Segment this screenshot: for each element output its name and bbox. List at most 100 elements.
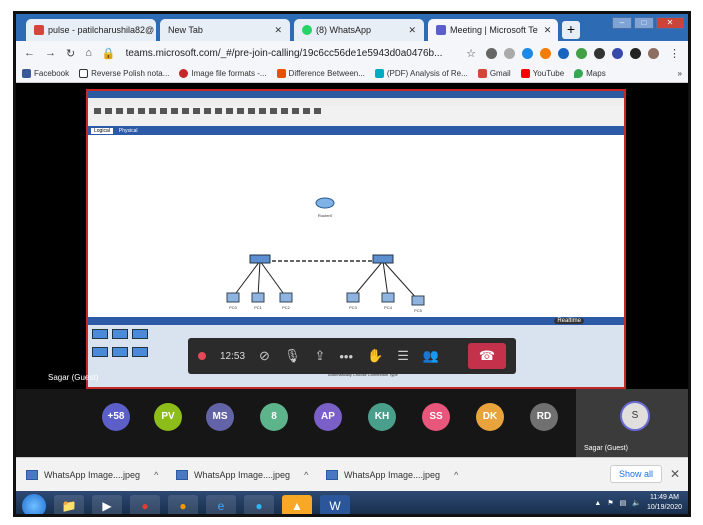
device-icon[interactable] — [92, 347, 108, 357]
edge-icon[interactable]: ● — [244, 494, 274, 514]
profile-avatar[interactable] — [648, 47, 659, 59]
share-screen-icon[interactable]: ⇪ — [314, 348, 325, 364]
maximize-button[interactable]: □ — [634, 17, 654, 29]
extension-icon[interactable] — [630, 47, 641, 59]
participants-icon[interactable]: 👥 — [423, 348, 439, 364]
chevron-up-icon[interactable]: ^ — [304, 470, 308, 480]
internet-explorer-icon[interactable]: e — [206, 494, 236, 514]
menu-icon[interactable]: ⋮ — [669, 47, 680, 60]
pc-label: PC0 — [229, 305, 238, 310]
extension-icon[interactable] — [522, 47, 533, 59]
participant-avatar[interactable]: KH — [368, 403, 396, 431]
extension-icon[interactable] — [558, 47, 569, 59]
download-item[interactable]: WhatsApp Image....jpeg ^ — [326, 469, 476, 480]
device-icon[interactable] — [112, 329, 128, 339]
tab-logical[interactable]: Logical — [91, 127, 113, 134]
bookmark-maps[interactable]: Maps — [574, 69, 606, 79]
download-item[interactable]: WhatsApp Image....jpeg ^ — [26, 469, 176, 480]
close-icon[interactable]: ✕ — [274, 25, 282, 36]
participant-avatar[interactable]: MS — [206, 403, 234, 431]
bookmark-image-formats[interactable]: Image file formats -... — [179, 69, 267, 79]
url-field[interactable]: teams.microsoft.com/_#/pre-join-calling/… — [126, 48, 457, 59]
bookmark-pdf-analysis[interactable]: (PDF) Analysis of Re... — [374, 69, 468, 79]
chat-icon[interactable]: ☰ — [397, 348, 409, 364]
device-icon[interactable] — [132, 329, 148, 339]
router-icon — [315, 197, 335, 209]
extension-icon[interactable] — [540, 47, 551, 59]
bookmark-difference[interactable]: Difference Between... — [276, 69, 365, 79]
media-player-icon[interactable]: ▶ — [92, 494, 122, 514]
close-icon[interactable]: ✕ — [670, 467, 680, 481]
network-icon[interactable]: ▤ — [620, 499, 627, 507]
participant-avatar[interactable]: RD — [530, 403, 558, 431]
pc-label: PC2 — [282, 305, 291, 310]
close-icon[interactable]: ✕ — [408, 25, 416, 36]
back-icon[interactable]: ← — [24, 47, 35, 59]
close-window-button[interactable]: ✕ — [656, 17, 684, 29]
tab-gmail[interactable]: pulse - patilcharushila82@✕ — [26, 19, 156, 41]
extension-icon[interactable] — [486, 47, 497, 59]
extension-icon[interactable] — [576, 47, 587, 59]
camera-off-icon[interactable]: ⊘ — [259, 348, 270, 364]
forward-icon[interactable]: → — [45, 47, 56, 59]
chevron-up-icon[interactable]: ^ — [454, 470, 458, 480]
minimize-button[interactable]: – — [612, 17, 632, 29]
device-icon[interactable] — [112, 347, 128, 357]
browser-tab-bar: pulse - patilcharushila82@✕ New Tab✕ (8)… — [16, 14, 688, 41]
chrome-icon[interactable]: ● — [130, 494, 160, 514]
download-item[interactable]: WhatsApp Image....jpeg ^ — [176, 469, 326, 480]
new-tab-button[interactable]: + — [562, 21, 580, 39]
file-explorer-icon[interactable]: 📁 — [54, 494, 84, 514]
wikipedia-icon — [79, 69, 89, 79]
clock[interactable]: 11:49 AM 10/19/2020 — [647, 493, 682, 513]
word-icon[interactable]: W — [320, 494, 350, 514]
device-icon[interactable] — [92, 329, 108, 339]
tab-physical[interactable]: Physical — [119, 128, 138, 134]
extension-icon[interactable] — [504, 47, 515, 59]
packet-tracer-icon[interactable]: ▲ — [282, 494, 312, 514]
facebook-icon — [22, 69, 31, 79]
bookmark-reverse-polish[interactable]: Reverse Polish nota... — [79, 69, 169, 79]
pc-icon — [279, 292, 293, 303]
whatsapp-icon — [302, 25, 312, 36]
pc-icon — [226, 292, 240, 303]
hang-up-button[interactable]: ☎ — [468, 343, 506, 369]
tab-newtab[interactable]: New Tab ✕ — [160, 19, 290, 41]
firefox-icon[interactable]: ● — [168, 494, 198, 514]
more-bookmarks-icon[interactable]: » — [678, 69, 682, 78]
bookmark-gmail[interactable]: Gmail — [477, 69, 511, 79]
participant-avatar[interactable]: DK — [476, 403, 504, 431]
flag-icon[interactable]: ⚑ — [607, 499, 613, 507]
extension-icon[interactable] — [594, 47, 605, 59]
mic-off-icon[interactable]: 🎙 — [284, 348, 301, 364]
bookmark-facebook[interactable]: Facebook — [22, 69, 69, 79]
show-all-button[interactable]: Show all — [609, 465, 662, 483]
participant-avatar[interactable]: SS — [422, 403, 450, 431]
participant-avatar[interactable]: PV — [154, 403, 182, 431]
topology-canvas[interactable]: Router0 PC0 PC1 PC2 PC3 PC4 PC5 — [88, 135, 624, 317]
chevron-up-icon[interactable]: ^ — [154, 470, 158, 480]
pc-icon — [411, 295, 425, 306]
self-avatar: S — [620, 401, 650, 431]
participant-avatar[interactable]: 8 — [260, 403, 288, 431]
participant-avatar-overflow[interactable]: +58 — [102, 403, 130, 431]
device-icon[interactable] — [132, 347, 148, 357]
star-icon[interactable]: ☆ — [466, 47, 476, 60]
participant-avatar[interactable]: AP — [314, 403, 342, 431]
volume-icon[interactable]: 🔈 — [632, 499, 641, 507]
extension-icon[interactable] — [612, 47, 623, 59]
pc-label: PC1 — [254, 305, 263, 310]
raise-hand-icon[interactable]: ✋ — [367, 348, 383, 364]
tab-teams-meeting[interactable]: Meeting | Microsoft Te ✕ — [428, 19, 558, 41]
home-icon[interactable]: ⌂ — [85, 47, 92, 59]
tab-whatsapp[interactable]: (8) WhatsApp ✕ — [294, 19, 424, 41]
realtime-mode[interactable]: Realtime — [554, 318, 584, 324]
close-icon[interactable]: ✕ — [544, 25, 552, 36]
researchgate-icon — [374, 69, 384, 79]
pc-label: PC3 — [349, 305, 358, 310]
reload-icon[interactable]: ↻ — [66, 47, 75, 60]
start-button[interactable] — [22, 493, 46, 514]
more-actions-icon[interactable]: ••• — [339, 349, 353, 364]
bookmark-youtube[interactable]: YouTube — [520, 69, 564, 79]
chevron-up-icon[interactable]: ▲ — [594, 500, 601, 507]
